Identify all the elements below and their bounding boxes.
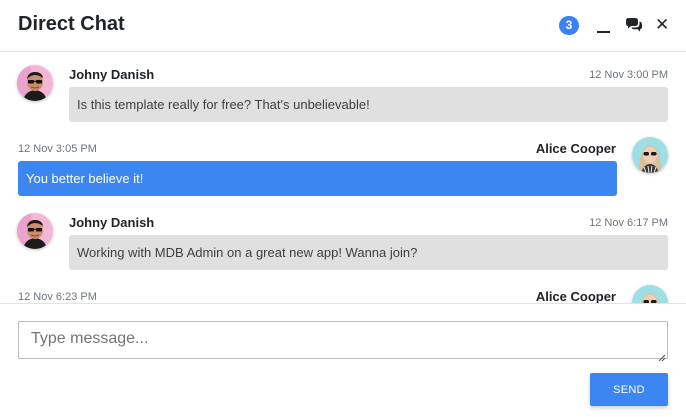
message-bubble: You better believe it! [18, 161, 617, 196]
avatar-alice-cooper [632, 285, 668, 303]
message-bubble: Is this template really for free? That's… [69, 87, 668, 122]
chat-footer: SEND [0, 303, 686, 417]
message-timestamp: 12 Nov 6:17 PM [589, 217, 668, 229]
minimize-icon[interactable] [595, 15, 613, 35]
resize-grip-icon[interactable] [658, 349, 666, 362]
message-timestamp: 12 Nov 3:05 PM [18, 143, 97, 155]
avatar-johny-danish [17, 213, 53, 249]
message-author: Alice Cooper [535, 141, 616, 156]
chat-header: Direct Chat 3 ✕ [0, 0, 686, 52]
message-timestamp: 12 Nov 3:00 PM [589, 69, 668, 81]
message-input[interactable] [18, 321, 668, 359]
send-button[interactable]: SEND [590, 373, 668, 406]
comments-icon[interactable] [625, 15, 643, 35]
avatar-johny-danish [17, 65, 53, 101]
message-timestamp: 12 Nov 6:23 PM [18, 291, 97, 303]
message-author: Johny Danish [69, 215, 155, 230]
unread-count-badge: 3 [559, 16, 579, 35]
chat-title: Direct Chat [18, 13, 125, 35]
direct-chat-card: Direct Chat 3 ✕ Johny Danish 12 Nov 3:00… [0, 0, 686, 417]
close-icon[interactable]: ✕ [655, 15, 673, 35]
message-bubble: Working with MDB Admin on a great new ap… [69, 235, 668, 270]
message-author: Johny Danish [69, 67, 155, 82]
avatar-alice-cooper [632, 137, 668, 173]
message-author: Alice Cooper [535, 289, 616, 303]
message-list[interactable]: Johny Danish 12 Nov 3:00 PM Is this temp… [0, 53, 686, 303]
